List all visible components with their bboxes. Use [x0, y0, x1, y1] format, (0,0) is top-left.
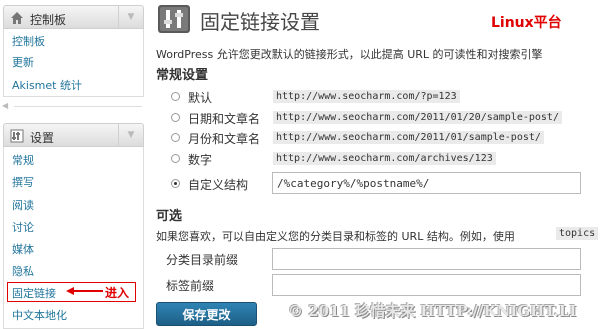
save-changes-button[interactable]: 保存更改	[156, 302, 257, 326]
radio-day-name[interactable]	[171, 113, 180, 122]
radio-month-name[interactable]	[171, 133, 180, 142]
sidebar-item-akismet-stats[interactable]: Akismet 统计	[12, 77, 82, 93]
enter-annotation: 进入	[105, 286, 130, 300]
tag-base-input[interactable]	[272, 274, 581, 296]
dashboard-menu-title: 控制板	[30, 13, 67, 27]
home-icon	[11, 12, 23, 24]
red-arrow-icon	[66, 287, 103, 295]
admin-sidebar: 控制板 ▼ 控制板 更新 Akismet 统计 ◀ 设置 ▼ 常规 撰写 阅读 …	[0, 0, 146, 329]
example-url: http://www.seocharm.com/?p=123	[273, 90, 460, 103]
sidebar-divider	[14, 106, 142, 107]
option-label: 默认	[188, 91, 213, 105]
radio-default[interactable]	[171, 92, 180, 101]
optional-heading: 可选	[156, 209, 183, 224]
option-label: 日期和文章名	[188, 112, 261, 126]
page-title: 固定链接设置	[200, 10, 320, 34]
permalink-settings-page: 固定链接设置 Linux平台 WordPress 允许您更改默认的链接形式，以此…	[154, 0, 607, 329]
sidebar-item-privacy[interactable]: 隐私	[12, 263, 34, 279]
optional-description: 如果您喜欢，可以自由定义您的分类目录和标签的 URL 结构。例如，使用	[156, 230, 515, 243]
settings-page-icon	[158, 5, 190, 33]
permalink-option-month-name[interactable]: 月份和文章名 http://www.seocharm.com/2011/01/s…	[171, 130, 591, 146]
tag-base-label: 标签前缀	[166, 279, 215, 293]
category-base-label: 分类目录前缀	[166, 253, 239, 267]
sidebar-item-general[interactable]: 常规	[12, 152, 34, 168]
sidebar-item-discussion[interactable]: 讨论	[12, 219, 34, 235]
custom-structure-input[interactable]	[272, 172, 581, 194]
settings-icon	[10, 129, 24, 143]
settings-menu-title: 设置	[30, 131, 55, 145]
copyright-watermark: © 2011 珍惜未来 HTTP://KNIGHT.LI	[288, 302, 577, 320]
permalink-option-numeric[interactable]: 数字 http://www.seocharm.com/archives/123	[171, 151, 591, 167]
intro-text: WordPress 允许您更改默认的链接形式，以此提高 URL 的可读性和对搜索…	[156, 48, 543, 61]
example-url: http://www.seocharm.com/archives/123	[273, 152, 496, 165]
collapse-menu-icon[interactable]: ◀	[2, 101, 8, 110]
permalink-option-default[interactable]: 默认 http://www.seocharm.com/?p=123	[171, 89, 591, 105]
permalink-option-day-name[interactable]: 日期和文章名 http://www.seocharm.com/2011/01/2…	[171, 110, 591, 126]
example-url: http://www.seocharm.com/2011/01/sample-p…	[273, 131, 544, 144]
radio-custom-structure[interactable]	[171, 179, 180, 188]
option-label: 数字	[188, 153, 213, 167]
sidebar-item-dashboard[interactable]: 控制板	[12, 33, 45, 49]
topics-code: topics	[556, 227, 599, 240]
sidebar-item-reading[interactable]: 阅读	[12, 197, 34, 213]
sidebar-item-media[interactable]: 媒体	[12, 241, 34, 257]
option-label: 月份和文章名	[188, 132, 261, 146]
example-url: http://www.seocharm.com/2011/01/20/sampl…	[273, 111, 562, 124]
dashboard-menu-header[interactable]: 控制板 ▼	[3, 5, 144, 29]
sidebar-item-updates[interactable]: 更新	[12, 54, 34, 70]
common-settings-heading: 常规设置	[156, 68, 209, 83]
collapse-toggle-icon[interactable]: ▼	[118, 124, 143, 146]
dashboard-submenu: 控制板 更新 Akismet 统计	[3, 29, 144, 97]
platform-tag: Linux平台	[491, 15, 562, 31]
category-base-input[interactable]	[272, 248, 581, 270]
settings-menu-header[interactable]: 设置 ▼	[3, 123, 144, 147]
sidebar-item-chinese-localization[interactable]: 中文本地化	[12, 307, 67, 323]
collapse-toggle-icon[interactable]: ▼	[118, 6, 143, 28]
option-label: 自定义结构	[188, 178, 249, 192]
sidebar-item-writing[interactable]: 撰写	[12, 174, 34, 190]
radio-numeric[interactable]	[171, 154, 180, 163]
